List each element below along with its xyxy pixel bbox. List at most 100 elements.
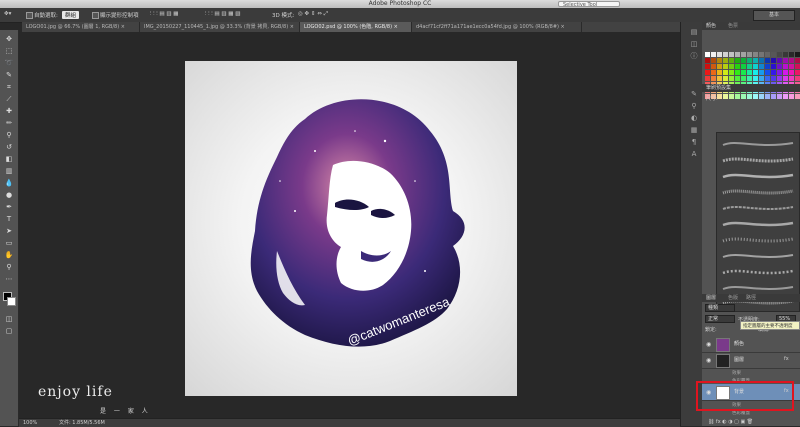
layer-fx-badge[interactable]: fx [784,356,789,362]
color-swatch[interactable] [747,52,752,57]
color-swatch[interactable] [759,58,764,63]
color-swatch[interactable] [777,94,782,99]
tab-color[interactable]: 顏色 [702,23,716,29]
color-swatch[interactable] [783,64,788,69]
color-swatch[interactable] [789,58,794,63]
color-swatch[interactable] [777,76,782,81]
color-swatch[interactable] [771,70,776,75]
color-swatch[interactable] [717,52,722,57]
background-color-swatch[interactable] [7,297,16,306]
gradient-tool-icon[interactable]: ▥ [3,166,15,176]
color-swatch[interactable] [717,64,722,69]
color-swatch[interactable] [753,58,758,63]
zoom-tool-icon[interactable]: ⚲ [3,262,15,272]
color-swatch[interactable] [777,52,782,57]
color-swatch[interactable] [783,52,788,57]
color-swatch[interactable] [717,70,722,75]
blend-mode-dropdown[interactable]: 正常 [705,315,735,323]
tab-d4acf[interactable]: d4acf71cf2ff71a171ae1ecc0a54fd.jpg @ 100… [412,22,582,32]
color-swatch[interactable] [765,58,770,63]
color-swatch[interactable] [735,94,740,99]
color-swatch[interactable] [753,94,758,99]
eraser-tool-icon[interactable]: ◧ [3,154,15,164]
quick-select-tool-icon[interactable]: ✎ [3,70,15,80]
color-swatch[interactable] [765,76,770,81]
hand-tool-icon[interactable]: ✋ [3,250,15,260]
color-swatch[interactable] [765,70,770,75]
info-panel-icon[interactable]: ⓘ [690,52,698,60]
blur-tool-icon[interactable]: 💧 [3,178,15,188]
color-swatch[interactable] [771,52,776,57]
color-swatch[interactable] [753,52,758,57]
swatches-grid[interactable] [705,52,800,102]
color-swatch[interactable] [705,70,710,75]
color-swatch[interactable] [729,64,734,69]
color-swatch[interactable] [777,58,782,63]
color-swatch[interactable] [795,70,800,75]
color-swatch[interactable] [735,76,740,81]
color-swatch[interactable] [717,58,722,63]
color-swatch[interactable] [753,70,758,75]
more-tools-icon[interactable]: ⋯ [3,274,15,284]
color-swatch[interactable] [711,58,716,63]
color-swatch[interactable] [723,58,728,63]
visibility-eye-icon[interactable]: ◉ [706,357,711,364]
brush-tool-icon[interactable]: ✏ [3,118,15,128]
color-swatch[interactable] [711,76,716,81]
color-swatch[interactable] [741,58,746,63]
brush-presets-list[interactable] [716,132,800,312]
tab-logo01[interactable]: LOGO01.jpg @ 66.7% (圖層 1, RGB/8) × [22,22,140,32]
screen-mode-icon[interactable]: ▢ [3,326,15,336]
color-swatch[interactable] [735,70,740,75]
color-swatch[interactable] [771,76,776,81]
color-swatch[interactable] [759,94,764,99]
color-swatch[interactable] [789,70,794,75]
styles-panel-icon[interactable]: ▦ [690,126,698,134]
color-swatch[interactable] [729,52,734,57]
dodge-tool-icon[interactable]: ● [3,190,15,200]
color-swatch[interactable] [747,70,752,75]
brush-panel-icon[interactable]: ✎ [690,90,698,98]
color-swatch[interactable] [711,64,716,69]
properties-panel-icon[interactable]: ◫ [690,40,698,48]
tab-img[interactable]: IMG_20150227_110445_1.jpg @ 33.3% (背景 拷貝… [140,22,300,32]
color-swatch[interactable] [747,94,752,99]
character-panel-icon[interactable]: A [690,150,698,158]
color-swatch[interactable] [783,58,788,63]
color-swatch[interactable] [789,76,794,81]
clone-source-panel-icon[interactable]: ⚲ [690,102,698,110]
color-swatch[interactable] [729,70,734,75]
color-swatch[interactable] [735,58,740,63]
auto-select-dropdown[interactable]: 群組 [62,11,80,19]
color-swatch[interactable] [783,76,788,81]
color-swatch[interactable] [705,64,710,69]
show-transform-checkbox[interactable] [92,12,99,19]
tab-swatches[interactable]: 色票 [724,22,738,30]
color-swatch[interactable] [765,52,770,57]
color-swatch[interactable] [711,52,716,57]
color-swatch[interactable] [777,70,782,75]
color-swatch[interactable] [771,64,776,69]
tab-brush-presets[interactable]: 筆刷預設集 [702,85,731,91]
color-swatch[interactable] [765,64,770,69]
color-swatch[interactable] [747,58,752,63]
color-swatch[interactable] [705,58,710,63]
color-swatch[interactable] [747,76,752,81]
history-panel-icon[interactable]: ▤ [690,28,698,36]
color-swatch[interactable] [741,94,746,99]
pen-tool-icon[interactable]: ✒ [3,202,15,212]
tab-logo02[interactable]: LOGO02.psd @ 100% (色階, RGB/8) × [300,22,412,32]
color-swatch[interactable] [753,64,758,69]
color-swatch[interactable] [705,52,710,57]
move-tool-icon[interactable]: ✥▾ [4,11,11,17]
document-canvas[interactable]: @catwomanteresa [185,61,517,396]
color-swatch[interactable] [741,70,746,75]
color-swatch[interactable] [759,76,764,81]
type-tool-icon[interactable]: T [3,214,15,224]
color-swatch[interactable] [759,52,764,57]
layer-row-color[interactable]: ◉ 顏色 [702,336,800,353]
color-swatch[interactable] [783,94,788,99]
distribute-icons[interactable]: ⫶ ⫶ ⫶ ▤ ▥ ▦ ▧ [205,11,240,18]
color-swatch[interactable] [741,76,746,81]
color-swatch[interactable] [735,52,740,57]
